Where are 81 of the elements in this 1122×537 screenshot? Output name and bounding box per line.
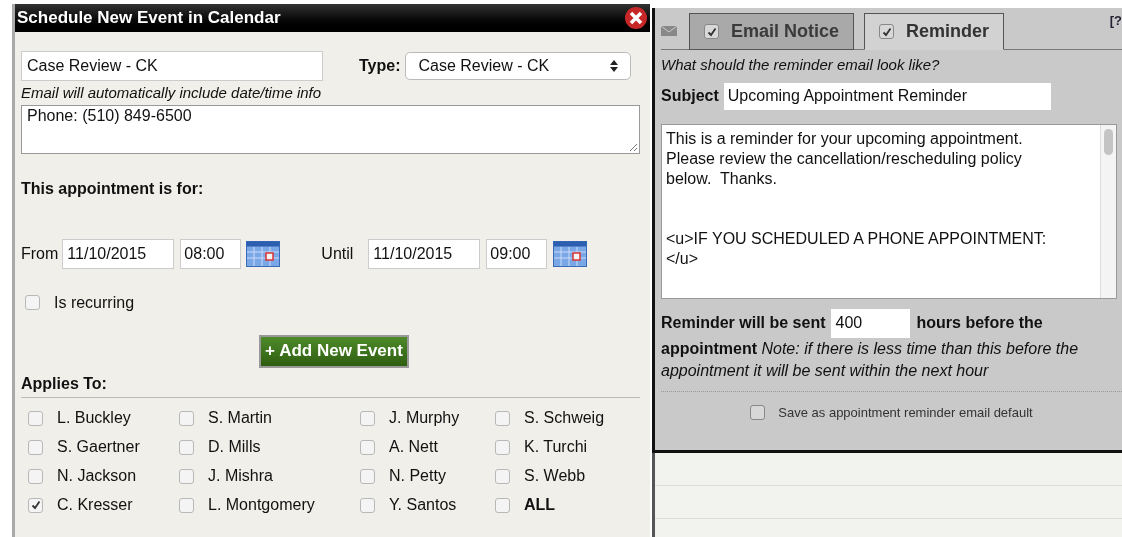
scrollbar-thumb[interactable] [1104, 128, 1113, 155]
checkbox[interactable] [360, 439, 375, 455]
checkbox[interactable] [495, 497, 510, 513]
date-field[interactable]: 11/10/2015 [62, 238, 175, 269]
checkbox-label: S. Schweig [524, 408, 605, 428]
checkbox[interactable] [360, 468, 375, 484]
checkbox[interactable] [750, 404, 766, 420]
checkbox-label: S. Gaertner [57, 437, 140, 457]
checkmark-icon [30, 500, 41, 510]
checkbox[interactable] [179, 468, 194, 484]
add-event-button[interactable]: + Add New Event [259, 334, 409, 368]
subject-label: Subject [661, 86, 719, 106]
checkbox[interactable] [179, 410, 194, 426]
section-label: Applies To: [21, 373, 108, 394]
tab-label: Email Notice [731, 20, 840, 43]
body-field[interactable]: This is a reminder for your upcoming appointment. Please review the cancellation/rescheduling policy below. Thanks. <u>IF YOU SCHEDULED A PHONE APPOINTMENT: </u> [661, 123, 1117, 299]
section-label: This appointment is for: [21, 178, 205, 199]
window-title: Schedule New Event in Calendar [17, 7, 281, 30]
checkbox-label: Is recurring [54, 292, 135, 313]
envelope-icon [661, 26, 677, 36]
checkbox-label: K. Turchi [524, 437, 588, 457]
tab[interactable]: Email Notice [689, 13, 855, 50]
body-text-line: </u> [666, 248, 700, 269]
close-icon[interactable] [624, 6, 648, 30]
checkbox[interactable] [495, 468, 510, 484]
checkbox-label: Y. Santos [389, 495, 457, 515]
checkbox-label: N. Jackson [57, 466, 137, 486]
details-field[interactable]: Phone: (510) 849-6500 [21, 104, 640, 154]
help-link[interactable]: [? [1109, 11, 1122, 31]
checkbox-label: S. Webb [524, 466, 586, 486]
body-text-line: <u>IF YOU SCHEDULED A PHONE APPOINTMENT: [666, 228, 1048, 249]
checkbox[interactable] [360, 410, 375, 426]
checkbox[interactable] [25, 295, 40, 310]
type-select[interactable]: Case Review - CK [405, 52, 632, 80]
checkbox[interactable] [360, 497, 375, 513]
checkbox[interactable] [28, 439, 43, 455]
checkbox-label: L. Montgomery [208, 495, 315, 515]
checkbox[interactable] [28, 468, 43, 484]
time-field[interactable]: 08:00 [180, 238, 242, 269]
checkbox[interactable] [28, 497, 43, 513]
calendar-icon[interactable] [246, 240, 281, 267]
checkbox[interactable] [704, 24, 719, 39]
checkbox-label: N. Petty [389, 466, 446, 486]
checkbox-label: A. Nett [389, 437, 438, 457]
body-text-line: This is a reminder for your upcoming appointment. [666, 128, 1024, 149]
body-text-line: Please review the cancellation/rescheduling policy [666, 148, 1023, 169]
tab[interactable]: Reminder [864, 13, 1005, 50]
checkbox-label: D. Mills [208, 437, 261, 457]
checkbox[interactable] [495, 410, 510, 426]
question-text: What should the reminder email look like? [661, 55, 941, 75]
checkbox-label: J. Mishra [208, 466, 273, 486]
checkbox[interactable] [179, 497, 194, 513]
time-field[interactable]: 09:00 [486, 238, 548, 269]
hours-label: Reminder will be sent [661, 313, 826, 333]
until-label: Until [321, 243, 354, 264]
checkbox-label: ALL [524, 495, 556, 515]
checkbox[interactable] [28, 410, 43, 426]
checkbox-label: J. Murphy [389, 408, 460, 428]
select-arrows-icon [610, 59, 619, 73]
checkbox-label: Save as appointment reminder email default [778, 403, 1033, 422]
event-name-field[interactable]: Case Review - CK [21, 51, 323, 81]
note-text: appointment Note: if there is less time than this before the appointment it will be sent within the next hour [661, 338, 1080, 381]
checkbox[interactable] [179, 439, 194, 455]
checkbox[interactable] [879, 24, 895, 39]
calendar-icon[interactable] [553, 240, 588, 267]
tab-label: Reminder [906, 20, 990, 43]
body-text-line: below. Thanks. [666, 168, 778, 189]
checkmark-icon [881, 26, 892, 37]
from-label: From [21, 243, 59, 264]
checkbox-label: L. Buckley [57, 408, 131, 428]
checkbox[interactable] [495, 439, 510, 455]
checkbox-label: S. Martin [208, 408, 272, 428]
email-hint: Email will automatically include date/time info [21, 83, 323, 103]
hours-field[interactable]: 400 [831, 308, 911, 338]
checkmark-icon [706, 26, 717, 37]
subject-field[interactable]: Upcoming Appointment Reminder [723, 82, 1051, 110]
type-label: Type: [359, 56, 401, 76]
resize-handle-icon [629, 142, 638, 152]
date-field[interactable]: 11/10/2015 [368, 238, 481, 269]
hours-label: hours before the [916, 313, 1043, 333]
checkbox-label: C. Kresser [57, 495, 133, 515]
